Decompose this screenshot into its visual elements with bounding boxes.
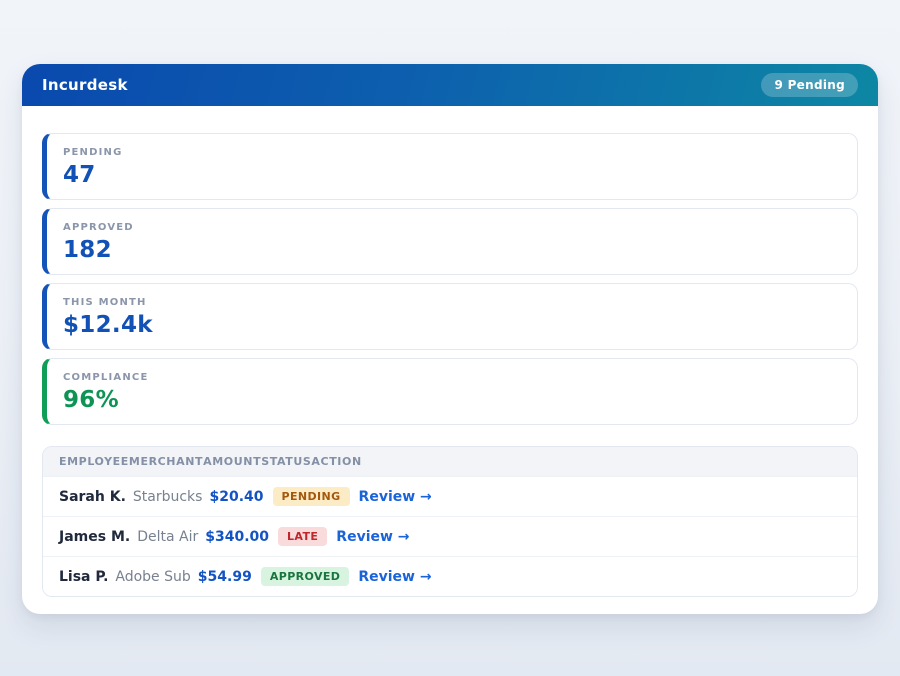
table-row: Sarah K. Starbucks $20.40 PENDING Review… [43,476,857,516]
stat-card-this-month: THIS MONTH $12.4k [42,283,858,350]
column-header-employee: EMPLOYEE [59,455,129,468]
column-header-amount: AMOUNT [203,455,261,468]
stat-label: COMPLIANCE [63,372,841,383]
stat-value: 182 [63,237,841,263]
stat-label: PENDING [63,147,841,158]
merchant-name: Adobe Sub [115,569,190,585]
stat-value: $12.4k [63,312,841,338]
merchant-name: Starbucks [133,489,203,505]
stat-card-approved: APPROVED 182 [42,208,858,275]
review-link[interactable]: Review → [358,569,431,585]
column-header-merchant: MERCHANT [129,455,203,468]
table-header-row: EMPLOYEEMERCHANTAMOUNTSTATUSACTION [43,447,857,476]
stat-value: 96% [63,387,841,413]
stat-value: 47 [63,162,841,188]
review-link[interactable]: Review → [336,529,409,545]
status-badge: PENDING [273,487,350,506]
stat-label: APPROVED [63,222,841,233]
table-row: James M. Delta Air $340.00 LATE Review → [43,516,857,556]
merchant-name: Delta Air [137,529,198,545]
stat-card-pending: PENDING 47 [42,133,858,200]
app-card: Incurdesk 9 Pending PENDING 47 APPROVED … [22,64,878,614]
stat-label: THIS MONTH [63,297,841,308]
status-badge: LATE [278,527,327,546]
employee-name: Sarah K. [59,489,126,505]
app-header: Incurdesk 9 Pending [22,64,878,106]
expense-amount: $20.40 [209,489,263,505]
status-badge: APPROVED [261,567,350,586]
employee-name: Lisa P. [59,569,108,585]
pending-count-badge: 9 Pending [761,73,858,97]
table-row: Lisa P. Adobe Sub $54.99 APPROVED Review… [43,556,857,596]
stat-card-compliance: COMPLIANCE 96% [42,358,858,425]
expenses-table: EMPLOYEEMERCHANTAMOUNTSTATUSACTION Sarah… [42,446,858,597]
column-header-action: ACTION [311,455,361,468]
expense-amount: $340.00 [205,529,269,545]
employee-name: James M. [59,529,130,545]
review-link[interactable]: Review → [359,489,432,505]
column-header-status: STATUS [261,455,311,468]
expense-amount: $54.99 [198,569,252,585]
main-content: PENDING 47 APPROVED 182 THIS MONTH $12.4… [22,106,878,614]
app-title: Incurdesk [42,76,128,94]
